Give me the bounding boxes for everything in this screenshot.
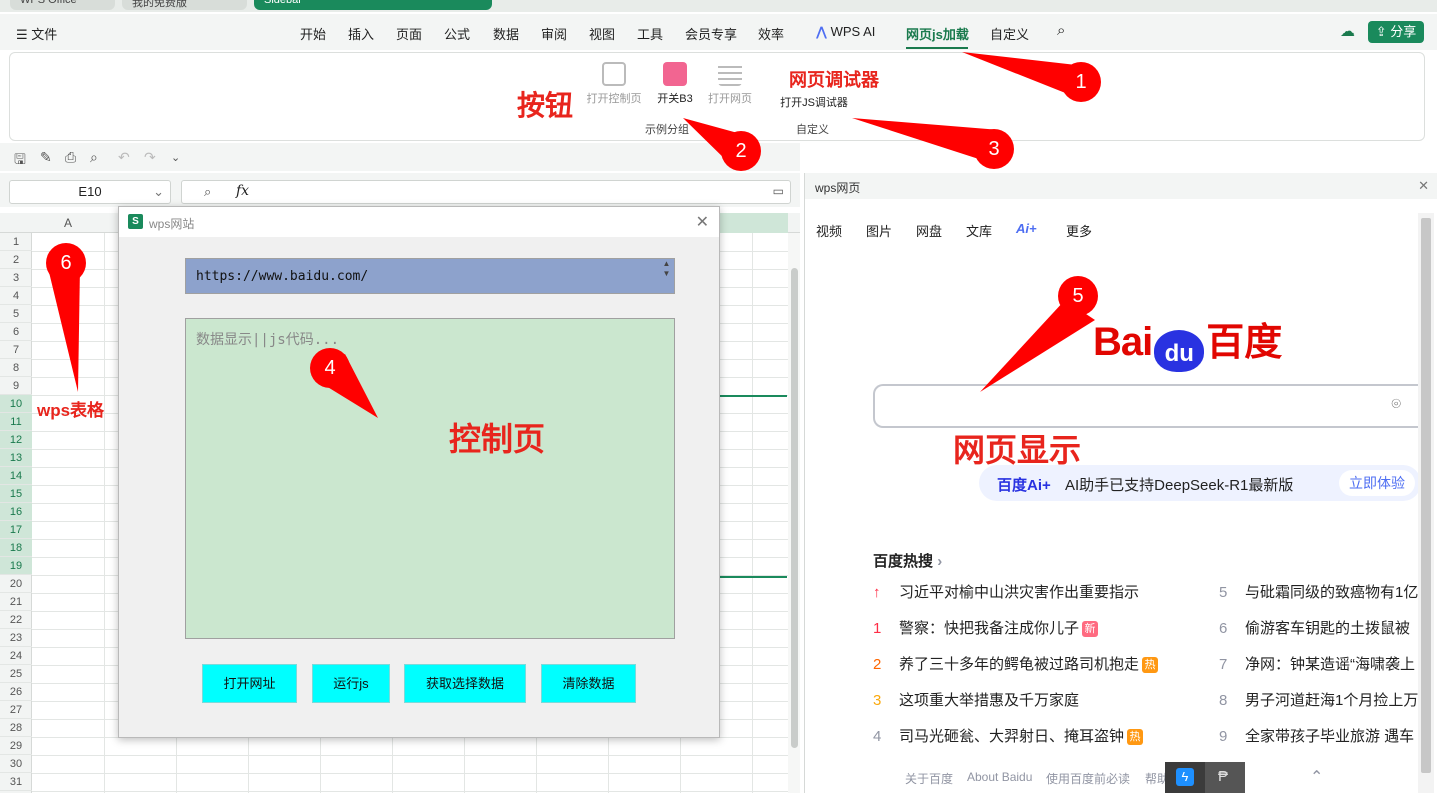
marker-3: 3 [974, 129, 1014, 169]
marker-6: 6 [46, 243, 86, 283]
marker-4: 4 [310, 348, 350, 388]
arrow-6 [48, 266, 80, 392]
marker-2: 2 [721, 131, 761, 171]
marker-1: 1 [1061, 62, 1101, 102]
annotation-arrows [48, 52, 1095, 418]
marker-5: 5 [1058, 276, 1098, 316]
